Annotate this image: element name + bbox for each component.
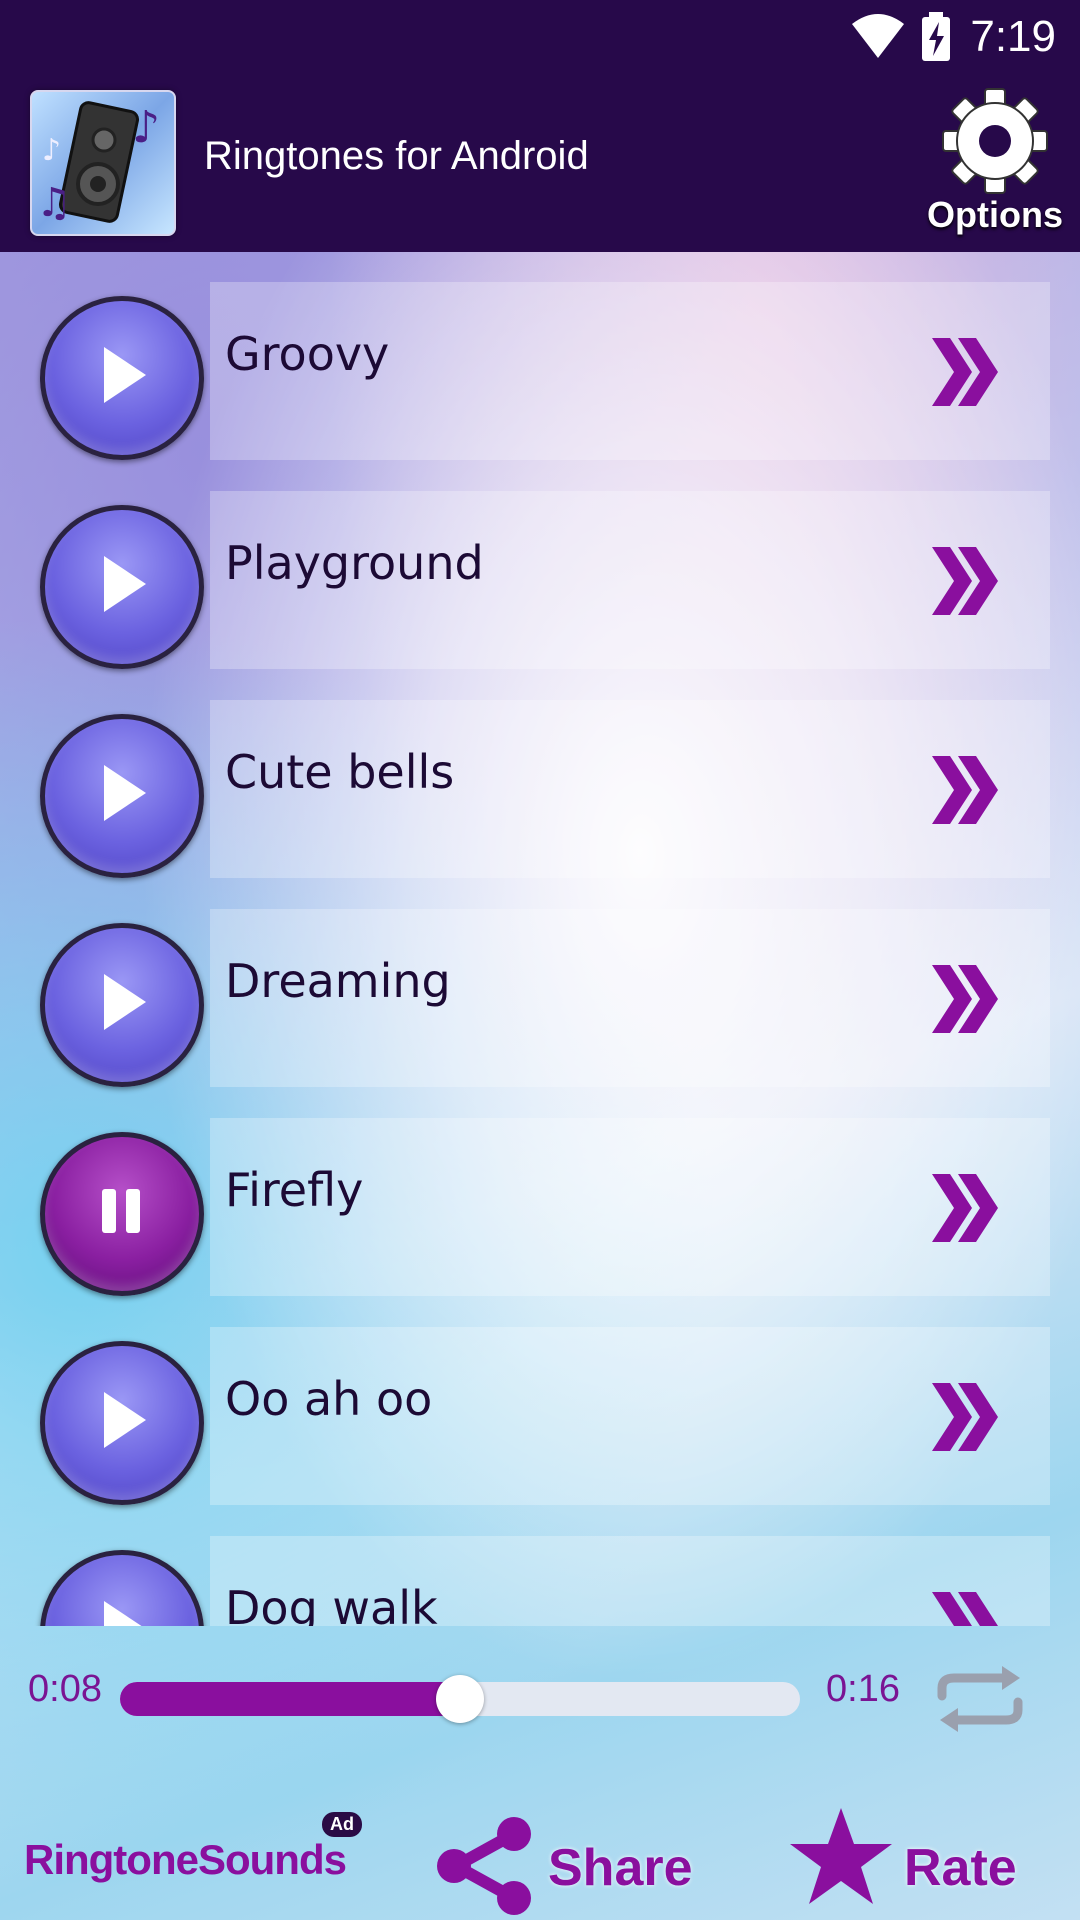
ringtone-title: Firefly bbox=[225, 1163, 364, 1217]
app-logo: ♪ ♪ ♫ bbox=[30, 90, 176, 236]
progress-fill bbox=[120, 1682, 460, 1716]
play-icon bbox=[104, 974, 146, 1030]
ringtone-list[interactable]: Groovy Playground Cute bells Dreaming Fi… bbox=[0, 252, 1080, 1626]
double-chevron-right-icon[interactable] bbox=[928, 750, 1004, 830]
play-button[interactable] bbox=[40, 923, 204, 1087]
play-icon bbox=[104, 347, 146, 403]
player-bar: 0:08 0:16 bbox=[0, 1626, 1080, 1766]
ringtone-row-playing[interactable]: Firefly bbox=[0, 1088, 1080, 1296]
wifi-icon bbox=[852, 14, 904, 58]
play-button[interactable] bbox=[40, 505, 204, 669]
options-button[interactable]: Options bbox=[920, 86, 1070, 236]
progress-thumb[interactable] bbox=[436, 1675, 484, 1723]
double-chevron-right-icon[interactable] bbox=[928, 1377, 1004, 1457]
total-time: 0:16 bbox=[826, 1668, 900, 1710]
ringtonesounds-ad-link[interactable]: RingtoneSounds bbox=[24, 1836, 347, 1884]
pause-icon bbox=[102, 1189, 140, 1233]
elapsed-time: 0:08 bbox=[28, 1668, 102, 1710]
play-icon bbox=[104, 1601, 142, 1626]
battery-charging-icon bbox=[922, 12, 950, 61]
svg-text:♪: ♪ bbox=[132, 102, 160, 153]
share-label: Share bbox=[548, 1839, 693, 1897]
share-button[interactable]: Share bbox=[430, 1816, 693, 1916]
play-button[interactable] bbox=[40, 714, 204, 878]
progress-slider[interactable] bbox=[120, 1675, 800, 1723]
ringtone-title: Dog walk bbox=[225, 1581, 438, 1626]
pause-button[interactable] bbox=[40, 1132, 204, 1296]
play-icon bbox=[104, 765, 146, 821]
rate-label: Rate bbox=[904, 1839, 1017, 1897]
double-chevron-right-icon[interactable] bbox=[928, 1586, 1004, 1626]
svg-text:♪: ♪ bbox=[42, 133, 61, 168]
status-bar: 7:19 bbox=[0, 0, 1080, 76]
double-chevron-right-icon[interactable] bbox=[928, 332, 1004, 412]
ringtone-row[interactable]: Cute bells bbox=[0, 670, 1080, 878]
ringtone-title: Oo ah oo bbox=[225, 1372, 433, 1426]
double-chevron-right-icon[interactable] bbox=[928, 1168, 1004, 1248]
app-title: Ringtones for Android bbox=[204, 134, 589, 178]
share-icon bbox=[437, 1817, 531, 1915]
content-area: Groovy Playground Cute bells Dreaming Fi… bbox=[0, 252, 1080, 1920]
ringtone-row[interactable]: Dreaming bbox=[0, 879, 1080, 1087]
ringtone-title: Cute bells bbox=[225, 745, 455, 799]
play-button[interactable] bbox=[40, 296, 204, 460]
app-bar: ♪ ♪ ♫ Ringtones for Android Options bbox=[0, 76, 1080, 252]
play-button[interactable] bbox=[40, 1550, 204, 1626]
ringtone-row[interactable]: Dog walk bbox=[0, 1506, 1080, 1626]
double-chevron-right-icon[interactable] bbox=[928, 959, 1004, 1039]
play-icon bbox=[104, 1392, 146, 1448]
ad-badge: Ad bbox=[322, 1812, 362, 1837]
ringtone-title: Groovy bbox=[225, 327, 390, 381]
svg-text:♫: ♫ bbox=[36, 180, 72, 226]
bottom-bar: RingtoneSounds Ad Share Rate bbox=[0, 1766, 1080, 1920]
options-label: Options bbox=[927, 194, 1063, 235]
ringtone-row[interactable]: Playground bbox=[0, 461, 1080, 669]
star-icon bbox=[790, 1808, 892, 1904]
status-time: 7:19 bbox=[970, 12, 1056, 61]
play-button[interactable] bbox=[40, 1341, 204, 1505]
speaker-icon: ♪ ♪ ♫ bbox=[36, 101, 160, 226]
gear-icon bbox=[942, 88, 1048, 194]
play-icon bbox=[104, 556, 146, 612]
double-chevron-right-icon[interactable] bbox=[928, 541, 1004, 621]
rate-button[interactable]: Rate bbox=[786, 1806, 1066, 1916]
repeat-icon[interactable] bbox=[928, 1666, 1032, 1732]
ringtone-title: Dreaming bbox=[225, 954, 451, 1008]
ringtone-title: Playground bbox=[225, 536, 484, 590]
ringtone-row[interactable]: Oo ah oo bbox=[0, 1297, 1080, 1505]
ringtone-row[interactable]: Groovy bbox=[0, 252, 1080, 460]
